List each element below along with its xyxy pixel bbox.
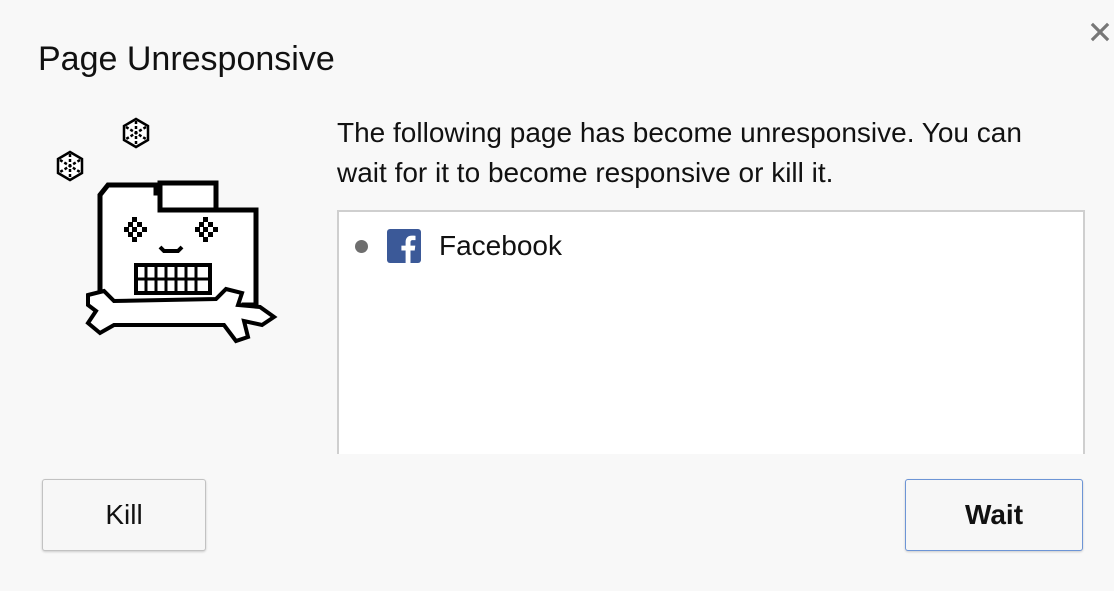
kill-button[interactable]: Kill [42, 479, 206, 551]
dialog-title: Page Unresponsive [38, 40, 335, 78]
unresponsive-pages-list[interactable]: Facebook [337, 210, 1085, 454]
list-item[interactable]: Facebook [355, 228, 562, 264]
facebook-favicon-icon [387, 229, 421, 263]
wait-button[interactable]: Wait [905, 479, 1083, 551]
page-unresponsive-dialog: Page Unresponsive The following page has… [0, 0, 1114, 591]
close-button[interactable] [1086, 18, 1114, 46]
page-label: Facebook [439, 230, 562, 261]
dialog-message: The following page has become unresponsi… [337, 117, 1022, 188]
snowflake-icon-2 [56, 150, 84, 182]
bullet-icon [355, 239, 368, 253]
unresponsive-page-mascot [48, 115, 278, 347]
close-icon [1086, 18, 1114, 46]
snowflake-icon [122, 117, 150, 149]
